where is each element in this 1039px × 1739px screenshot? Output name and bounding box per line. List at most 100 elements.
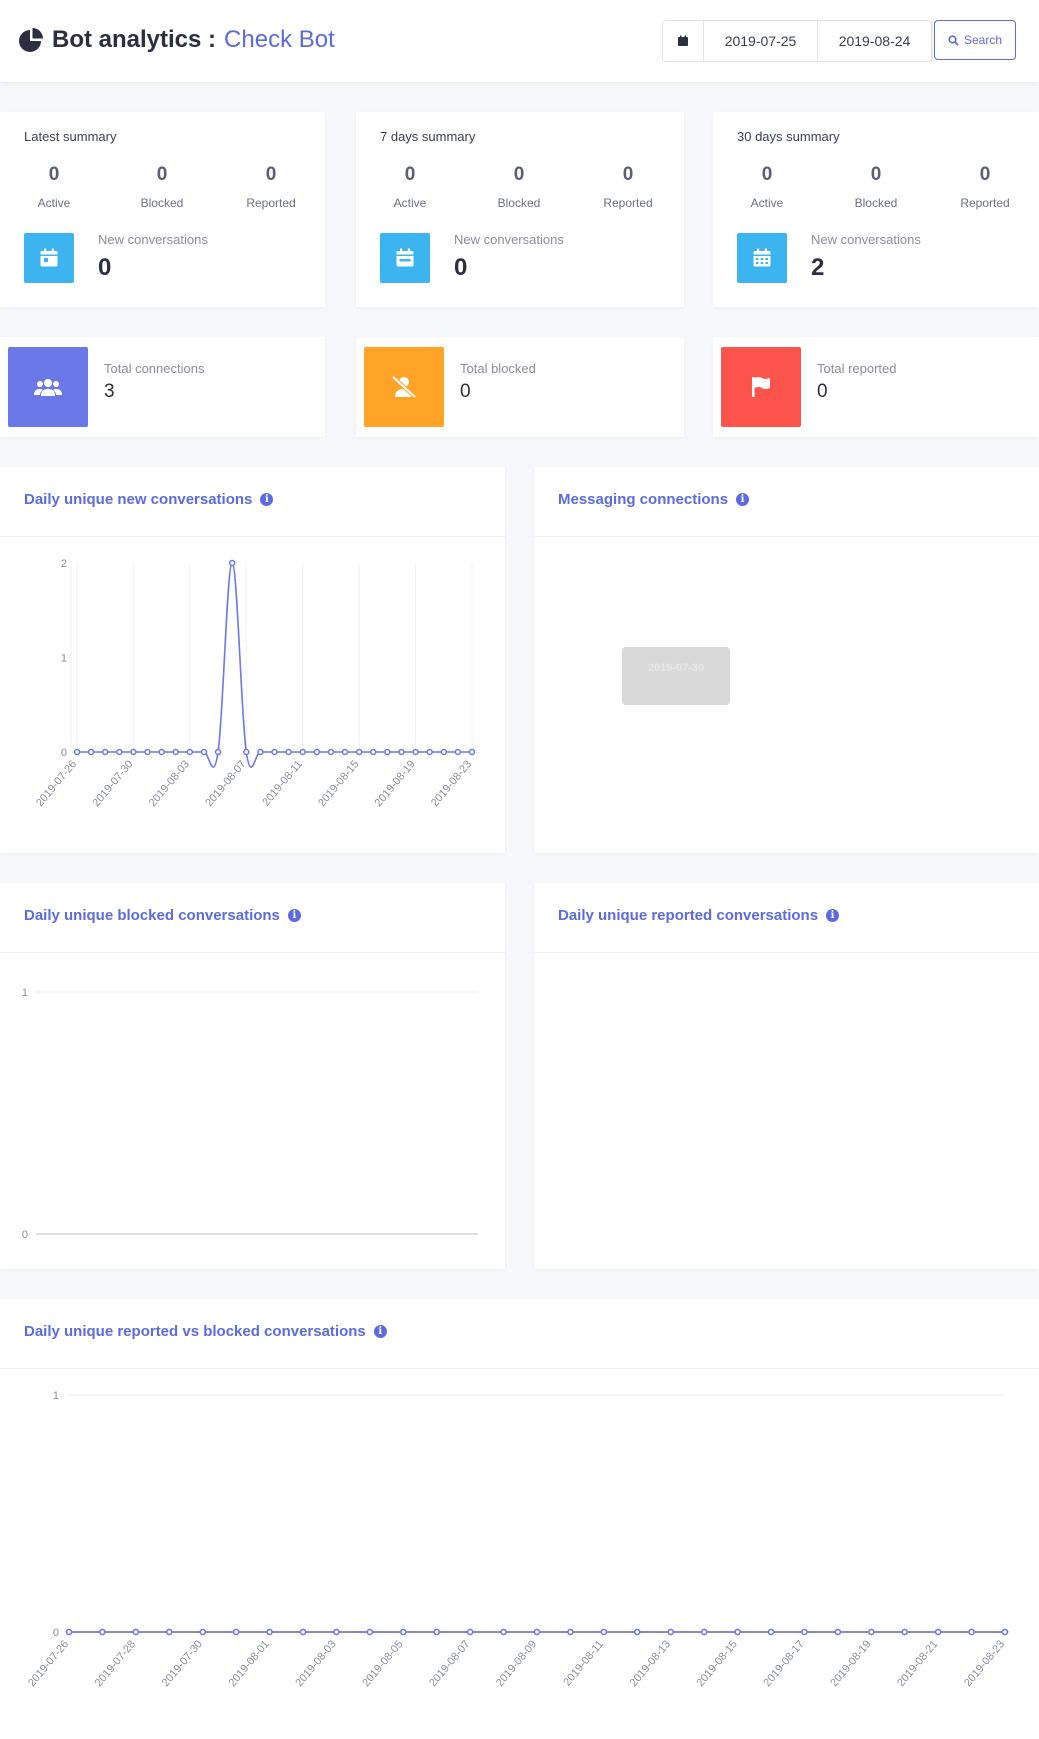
total-connections-card: Total connections 3 <box>0 337 325 437</box>
summary-title: 7 days summary <box>380 129 476 144</box>
summary-card-latest: Latest summary 0 Active 0 Blocked 0 Reporte… <box>0 112 325 307</box>
x-tick-label: 2019-08-13 <box>628 1638 673 1689</box>
user-slash-icon <box>364 347 444 427</box>
data-point <box>186 748 194 756</box>
data-point <box>1001 1628 1009 1636</box>
calendar-icon[interactable] <box>663 21 704 61</box>
y-tick-label: 0 <box>22 1229 28 1241</box>
blocked-chart-card: Daily unique blocked conversations i 01 <box>0 883 505 1269</box>
bot-name: Check Bot <box>224 26 335 53</box>
summary-title: 30 days summary <box>737 129 840 144</box>
data-point <box>132 1628 140 1636</box>
date-to-input[interactable]: 2019-08-24 <box>818 21 932 61</box>
data-point <box>144 748 151 756</box>
reported-vs-blocked-chart-card: Daily unique reported vs blocked convers… <box>0 1299 1039 1739</box>
search-button[interactable]: Search <box>934 20 1016 60</box>
data-point <box>370 748 377 756</box>
summary-card-30days: 30 days summary 0 Active 0 Blocked 0 Report… <box>713 112 1039 307</box>
data-point <box>214 748 222 756</box>
data-point <box>366 1628 374 1636</box>
x-tick-label: 2019-08-23 <box>962 1638 1007 1689</box>
y-tick-label: 0 <box>61 747 67 759</box>
data-point <box>667 1628 674 1636</box>
data-point <box>158 748 165 756</box>
search-button-label: Search <box>963 33 1003 47</box>
summary-title: Latest summary <box>24 129 117 144</box>
y-tick-label: 1 <box>22 987 28 999</box>
x-tick-label: 2019-08-19 <box>828 1638 873 1689</box>
x-tick-label: 2019-07-26 <box>26 1638 71 1689</box>
messaging-connections-chart-card: Messaging connectionsi 1232019-07-262019… <box>534 467 1039 853</box>
messaging-connections-chart: 1232019-07-262019-07-302019-08-032019-08… <box>622 647 730 705</box>
data-point <box>101 748 109 756</box>
new-conversations-chart-card: Daily unique new conversations i 0 1 2 2019-… <box>0 467 505 853</box>
x-tick-label: 2019-08-11 <box>260 758 305 808</box>
x-tick-label: 2019-08-03 <box>147 758 192 809</box>
data-point <box>199 1628 206 1636</box>
flag-icon <box>721 347 801 427</box>
x-tick-label: 2019-08-15 <box>316 758 361 809</box>
new-conversations-value: 0 <box>454 254 468 281</box>
x-tick-label: 2019-08-15 <box>695 1638 740 1689</box>
tooltip-label: 2019-07-30 <box>648 662 704 674</box>
active-stat: 0 Active <box>750 164 784 210</box>
data-point <box>384 748 391 756</box>
data-point <box>634 1628 641 1636</box>
data-point <box>341 748 349 756</box>
calendar-minus-icon <box>380 233 430 283</box>
data-point <box>433 1628 440 1636</box>
total-label: Total reported <box>817 361 897 376</box>
y-tick-label: 1 <box>61 653 67 665</box>
new-conversations-value: 2 <box>811 254 825 281</box>
data-point <box>232 1628 240 1636</box>
data-point <box>468 748 476 756</box>
page-title: Bot analytics : Check Bot <box>18 26 335 54</box>
data-point <box>466 1628 474 1636</box>
data-point <box>299 748 306 756</box>
tooltip <box>622 647 730 705</box>
data-point <box>426 748 433 756</box>
new-conversations-chart: 0122019-07-26 2019-07-30 2019-08-03 2019-08… <box>34 558 476 809</box>
data-point <box>166 1628 173 1636</box>
date-from-input[interactable]: 2019-07-25 <box>704 21 818 61</box>
x-tick-label: 2019-08-05 <box>360 1638 405 1689</box>
total-value: 0 <box>460 381 471 402</box>
y-tick-label: 1 <box>53 1390 59 1402</box>
x-tick-label: 2019-08-01 <box>227 1638 272 1689</box>
data-point <box>65 1628 73 1636</box>
data-point <box>355 748 363 756</box>
date-range-picker: 2019-07-25 2019-08-24 <box>662 20 933 62</box>
data-point <box>73 748 81 756</box>
new-conversations-label: New conversations <box>98 232 208 247</box>
blocked-stat: 0 Blocked <box>140 164 184 210</box>
reported-stat: 0 Reported <box>603 164 653 210</box>
active-stat: 0 Active <box>37 164 71 210</box>
data-point <box>901 1628 908 1636</box>
data-point <box>533 1628 541 1636</box>
reported-stat: 0 Reported <box>246 164 296 210</box>
data-point <box>834 1628 842 1636</box>
users-icon <box>8 347 88 427</box>
top-bar: Bot analytics : Check Bot 2019-07-25 201… <box>0 0 1039 82</box>
total-label: Total connections <box>104 361 205 376</box>
y-tick-label: 2 <box>61 558 67 570</box>
data-point <box>243 748 250 756</box>
series-line <box>77 562 472 768</box>
calendar-grid-icon <box>737 233 787 283</box>
reported-chart: 01 <box>534 883 1039 1269</box>
x-tick-label: 2019-07-30 <box>90 758 135 809</box>
data-point <box>801 1628 808 1636</box>
page-title-text: Bot analytics : <box>52 26 217 53</box>
data-point <box>734 1628 741 1636</box>
data-point <box>200 748 208 756</box>
data-point <box>172 748 179 756</box>
summary-card-7days: 7 days summary 0 Active 0 Blocked 0 Reporte… <box>356 112 684 307</box>
data-point <box>266 1628 273 1636</box>
data-point <box>130 748 137 756</box>
x-tick-label: 2019-07-28 <box>93 1638 138 1689</box>
data-point <box>271 748 278 756</box>
reported-vs-blocked-chart: 0 1 2019-07-26 2019-07-28 2019-07-30 2019-08-… <box>26 1390 1009 1689</box>
data-point <box>257 748 264 756</box>
x-tick-label: 2019-08-21 <box>895 1638 940 1689</box>
calendar-icon <box>24 233 74 283</box>
